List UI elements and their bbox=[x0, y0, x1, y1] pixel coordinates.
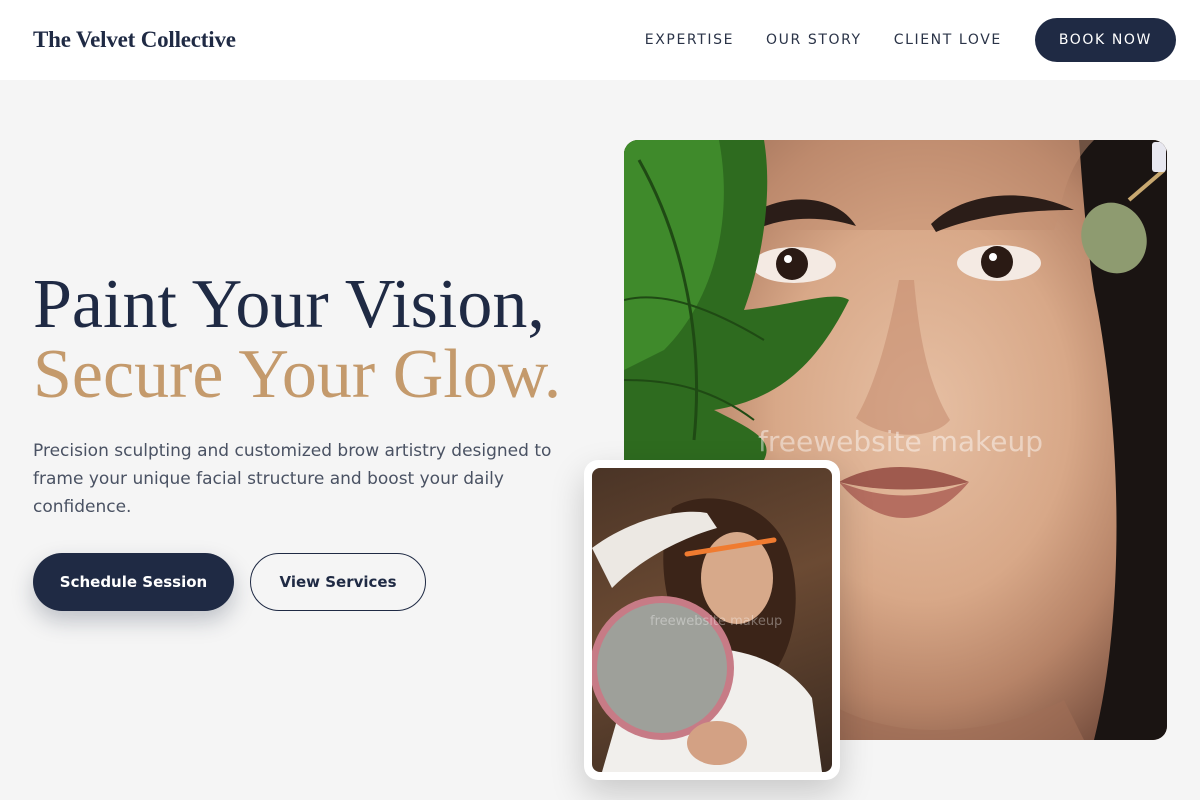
inset-image-watermark: freewebsite makeup bbox=[650, 614, 783, 629]
inset-model-image: freewebsite makeup bbox=[592, 468, 832, 772]
hero-title: Paint Your Vision, Secure Your Glow. bbox=[33, 270, 561, 410]
site-header: The Velvet Collective EXPERTISE OUR STOR… bbox=[0, 0, 1200, 80]
image-watermark: freewebsite makeup bbox=[758, 425, 1043, 458]
view-services-button[interactable]: View Services bbox=[250, 553, 426, 611]
inset-photo-card: freewebsite makeup bbox=[584, 460, 840, 780]
nav-link-client-love[interactable]: CLIENT LOVE bbox=[894, 32, 1002, 48]
main-nav: EXPERTISE OUR STORY CLIENT LOVE BOOK NOW bbox=[645, 18, 1176, 62]
hero-title-line-1: Paint Your Vision, bbox=[33, 266, 545, 343]
hero-description: Precision sculpting and customized brow … bbox=[33, 441, 552, 517]
schedule-session-button[interactable]: Schedule Session bbox=[33, 553, 234, 611]
hero-title-line-2: Secure Your Glow. bbox=[33, 336, 562, 413]
nav-link-our-story[interactable]: OUR STORY bbox=[766, 32, 862, 48]
book-now-button[interactable]: BOOK NOW bbox=[1034, 18, 1176, 62]
nav-link-expertise[interactable]: EXPERTISE bbox=[645, 32, 734, 48]
brand-logo[interactable]: The Velvet Collective bbox=[33, 27, 236, 53]
